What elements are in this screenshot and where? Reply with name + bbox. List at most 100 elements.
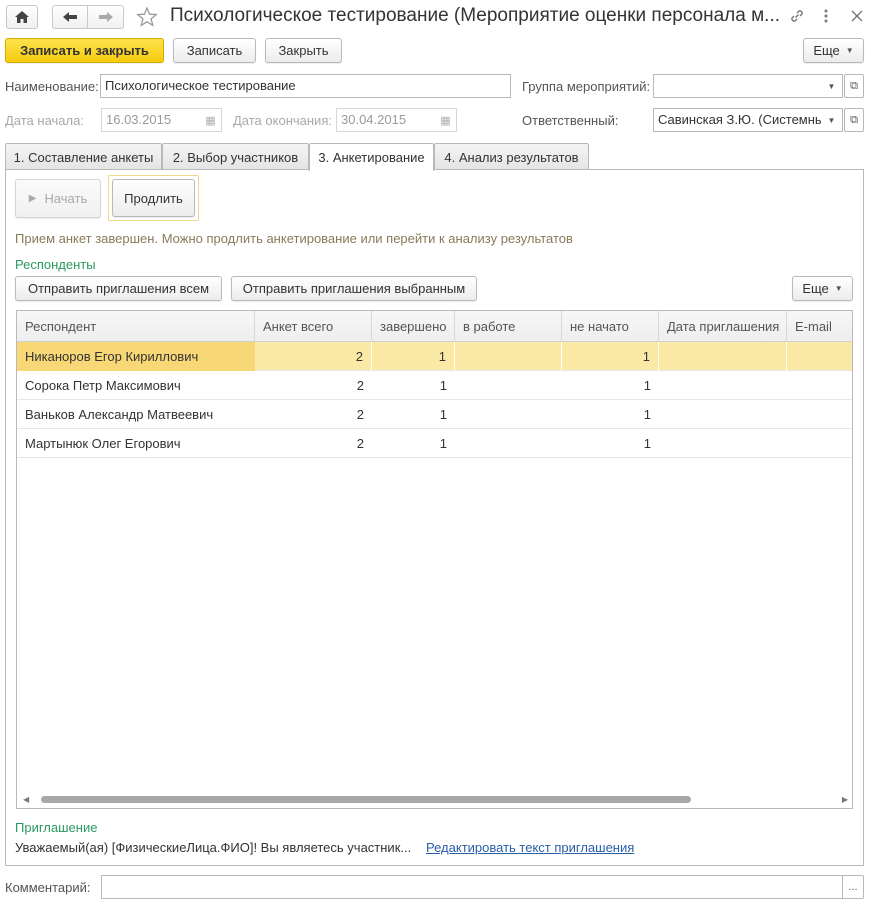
star-icon[interactable]: [136, 6, 158, 28]
forward-button[interactable]: [87, 5, 124, 29]
start-date-input[interactable]: 16.03.2015: [101, 108, 201, 132]
responsible-input[interactable]: Савинская З.Ю. (Системный: [653, 108, 822, 132]
table-header: Респондент Анкет всего завершено в работ…: [17, 311, 852, 342]
cell-email: [787, 429, 852, 458]
scroll-right-icon[interactable]: ▶: [842, 795, 848, 804]
cell-done: 1: [439, 407, 447, 422]
cell-total: 2: [255, 342, 372, 371]
start-date-label: Дата начала:: [5, 113, 84, 128]
cell-total: 2: [356, 378, 364, 393]
survey-status-text: Прием анкет завершен. Можно продлить анк…: [15, 231, 573, 246]
responsible-open-button[interactable]: ⧉: [844, 108, 864, 132]
send-invitations-selected-button[interactable]: Отправить приглашения выбранным: [231, 276, 477, 301]
event-group-input[interactable]: [653, 74, 822, 98]
back-button[interactable]: [52, 5, 88, 29]
table-row[interactable]: Никаноров Егор Кириллович 2 1 1: [17, 342, 852, 371]
responsible-dropdown[interactable]: ▼: [821, 108, 843, 132]
tab-participants[interactable]: 2. Выбор участников: [162, 143, 309, 170]
cell-email: [787, 400, 852, 429]
event-group-dropdown[interactable]: ▼: [821, 74, 843, 98]
scrollbar-thumb[interactable]: [41, 796, 691, 803]
cell-invite-date: [659, 400, 787, 429]
close-button[interactable]: Закрыть: [265, 38, 342, 63]
cell-email: [787, 371, 852, 400]
save-and-close-button[interactable]: Записать и закрыть: [5, 38, 164, 63]
extend-survey-button[interactable]: Продлить: [112, 179, 195, 217]
event-group-open-button[interactable]: ⧉: [844, 74, 864, 98]
link-icon[interactable]: [789, 8, 805, 24]
home-icon: [15, 11, 29, 23]
chevron-down-icon: ▼: [834, 284, 843, 293]
window-title: Психологическое тестирование (Мероприяти…: [170, 5, 780, 26]
column-header-total[interactable]: Анкет всего: [255, 311, 372, 342]
comment-input[interactable]: [101, 875, 843, 899]
tab-questionnaire[interactable]: 1. Составление анкеты: [5, 143, 162, 170]
save-button[interactable]: Записать: [173, 38, 256, 63]
close-icon[interactable]: [851, 10, 863, 22]
cell-in-work: [455, 429, 562, 458]
end-date-calendar-button[interactable]: ▦: [435, 108, 457, 132]
more-vertical-icon[interactable]: [822, 8, 830, 24]
cell-total: 2: [356, 436, 364, 451]
column-header-email[interactable]: E-mail: [787, 311, 852, 342]
ellipsis-icon: ...: [848, 881, 858, 893]
comment-label: Комментарий:: [5, 880, 91, 895]
cell-invite-date: [659, 429, 787, 458]
start-survey-button[interactable]: ▶ Начать: [15, 179, 101, 218]
cell-respondent: Никаноров Егор Кириллович: [17, 342, 255, 371]
column-header-in-work[interactable]: в работе: [455, 311, 562, 342]
cell-done: 1: [372, 342, 455, 371]
cell-respondent: Ваньков Александр Матвеевич: [25, 407, 214, 422]
tab-analysis[interactable]: 4. Анализ результатов: [434, 143, 589, 170]
cell-not-started: 1: [643, 407, 651, 422]
table-row[interactable]: Сорока Петр Максимович 2 1 1: [17, 371, 852, 400]
send-invitations-all-button[interactable]: Отправить приглашения всем: [15, 276, 222, 301]
scroll-left-icon[interactable]: ◀: [23, 795, 29, 804]
calendar-icon: ▦: [205, 114, 216, 127]
cell-done: 1: [439, 436, 447, 451]
cell-in-work: [455, 400, 562, 429]
home-button[interactable]: [6, 5, 38, 29]
cell-not-started: 1: [562, 342, 659, 371]
cell-total: 2: [356, 407, 364, 422]
cell-respondent: Мартынюк Олег Егорович: [25, 436, 181, 451]
play-icon: ▶: [28, 193, 37, 204]
cell-in-work: [455, 342, 562, 371]
cell-respondent: Сорока Петр Максимович: [25, 378, 181, 393]
table-row[interactable]: Ваньков Александр Матвеевич 2 1 1: [17, 400, 852, 429]
arrow-left-icon: [63, 12, 77, 22]
table-more-label: Еще: [802, 281, 829, 296]
name-label: Наименование:: [5, 79, 99, 94]
name-input[interactable]: Психологическое тестирование: [100, 74, 511, 98]
open-window-icon: ⧉: [850, 79, 858, 92]
chevron-down-icon: ▼: [845, 46, 854, 55]
tab-survey[interactable]: 3. Анкетирование: [309, 143, 434, 171]
column-header-invite-date[interactable]: Дата приглашения: [659, 311, 787, 342]
event-group-label: Группа мероприятий:: [522, 79, 651, 94]
start-survey-label: Начать: [44, 191, 88, 206]
cell-done: 1: [439, 378, 447, 393]
table-more-button[interactable]: Еще ▼: [792, 276, 853, 301]
invitation-title: Приглашение: [15, 820, 98, 835]
column-header-done[interactable]: завершено: [372, 311, 455, 342]
respondents-table[interactable]: Респондент Анкет всего завершено в работ…: [16, 310, 853, 809]
calendar-icon: ▦: [440, 114, 451, 127]
end-date-input[interactable]: 30.04.2015: [336, 108, 436, 132]
column-header-not-started[interactable]: не начато: [562, 311, 659, 342]
start-date-calendar-button[interactable]: ▦: [200, 108, 222, 132]
more-button-label: Еще: [813, 43, 840, 58]
edit-invitation-link[interactable]: Редактировать текст приглашения: [426, 840, 634, 855]
comment-expand-button[interactable]: ...: [842, 875, 864, 899]
open-window-icon: ⧉: [850, 113, 858, 126]
chevron-down-icon: ▼: [827, 81, 836, 91]
chevron-down-icon: ▼: [827, 115, 836, 125]
invitation-text: Уважаемый(ая) [ФизическиеЛица.ФИО]! Вы я…: [15, 840, 412, 855]
more-button[interactable]: Еще ▼: [803, 38, 864, 63]
cell-email: [787, 342, 852, 371]
end-date-label: Дата окончания:: [233, 113, 332, 128]
arrow-right-icon: [98, 12, 113, 22]
horizontal-scrollbar[interactable]: ◀ ▶: [23, 795, 848, 804]
column-header-respondent[interactable]: Респондент: [17, 311, 255, 342]
cell-invite-date: [659, 371, 787, 400]
table-row[interactable]: Мартынюк Олег Егорович 2 1 1: [17, 429, 852, 458]
